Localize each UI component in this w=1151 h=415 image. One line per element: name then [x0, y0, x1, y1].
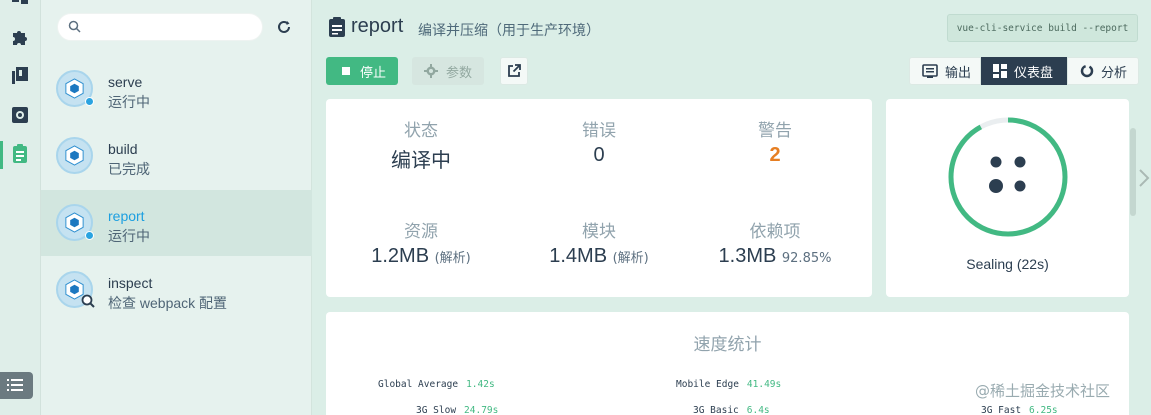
external-link-icon — [508, 64, 521, 77]
stat-status: 状态 编译中 — [331, 116, 511, 173]
view-dashboard-label: 仪表盘 — [1014, 65, 1054, 81]
speed-name: 3G Slow — [416, 405, 457, 415]
stat-value: 1.4MB — [549, 245, 608, 267]
page-description: 编译并压缩（用于生产环境） — [418, 23, 600, 39]
stat-note: (解析) — [434, 251, 471, 266]
chevron-right-icon[interactable] — [1138, 168, 1150, 188]
scrollbar[interactable] — [1130, 128, 1136, 216]
stat-value: 1.3MB — [718, 245, 777, 267]
task-name: build — [108, 141, 138, 157]
speed-name: 3G Fast — [981, 405, 1022, 415]
stat-value: 0 — [593, 144, 605, 166]
open-external-button[interactable] — [500, 57, 528, 85]
stat-dependencies: 依赖项 1.3MB 92.85% — [685, 217, 865, 268]
speed-name: Global Average — [378, 379, 459, 390]
icon-rail — [0, 0, 41, 415]
view-analyze-label: 分析 — [1101, 65, 1128, 81]
donut-chart-icon — [1080, 64, 1094, 78]
task-item-serve[interactable]: serve 运行中 — [41, 56, 312, 122]
stat-warnings[interactable]: 警告 2 — [685, 116, 865, 167]
speed-value: 1.42s — [466, 379, 495, 390]
watermark: @稀土掘金技术社区 — [975, 382, 1111, 400]
speed-title: 速度统计 — [693, 335, 762, 355]
terminal-icon — [922, 64, 938, 78]
progress-ring — [948, 117, 1068, 237]
search-input[interactable] — [88, 18, 256, 38]
speed-row: 3G Slow 24.79s — [416, 405, 498, 415]
stop-button[interactable]: 停止 — [326, 57, 398, 85]
speed-row: 3G Fast 6.25s — [981, 405, 1058, 415]
progress-status: Sealing (22s) — [966, 256, 1049, 272]
stop-label: 停止 — [360, 65, 387, 81]
stat-label: 依赖项 — [749, 222, 801, 242]
task-status: 运行中 — [108, 94, 150, 110]
active-indicator — [0, 141, 3, 169]
stat-assets: 资源 1.2MB (解析) — [331, 217, 511, 268]
settings-icon[interactable] — [10, 105, 30, 125]
task-item-report[interactable]: report 运行中 — [41, 190, 312, 256]
params-label: 参数 — [446, 65, 473, 81]
speed-name: 3G Basic — [693, 405, 739, 415]
stat-errors: 错误 0 — [509, 116, 689, 167]
view-output-label: 输出 — [945, 65, 972, 81]
stop-icon — [342, 67, 350, 75]
params-button[interactable]: 参数 — [412, 57, 484, 85]
stat-value: 2 — [769, 144, 781, 166]
stat-label: 状态 — [404, 121, 438, 141]
clipboard-icon — [329, 17, 345, 37]
speed-value: 6.4s — [746, 405, 770, 415]
speed-row: Global Average 1.42s — [378, 379, 495, 390]
list-icon — [7, 379, 23, 391]
running-indicator — [85, 97, 94, 106]
task-list-panel: serve 运行中 build 已完成 report 运行中 inspect 检… — [41, 0, 312, 415]
task-item-inspect[interactable]: inspect 检查 webpack 配置 — [41, 257, 312, 323]
list-toggle-button[interactable] — [0, 372, 33, 399]
dashboard-icon[interactable] — [10, 0, 30, 12]
stat-label: 警告 — [758, 121, 792, 141]
gear-icon — [424, 64, 438, 78]
stat-label: 模块 — [582, 222, 616, 242]
task-description: 检查 webpack 配置 — [108, 295, 228, 311]
task-status: 已完成 — [108, 161, 150, 177]
dashboard-icon — [993, 64, 1007, 78]
stat-label: 资源 — [404, 222, 438, 242]
progress-card: Sealing (22s) — [886, 99, 1129, 297]
task-item-build[interactable]: build 已完成 — [41, 123, 312, 189]
task-name: inspect — [108, 275, 153, 291]
stat-label: 错误 — [582, 121, 616, 141]
magnifier-icon — [81, 294, 95, 308]
task-search[interactable] — [57, 13, 263, 41]
view-dashboard-button[interactable]: 仪表盘 — [981, 57, 1067, 85]
running-indicator — [85, 231, 94, 240]
refresh-icon[interactable] — [274, 17, 294, 37]
stat-modules: 模块 1.4MB (解析) — [509, 217, 689, 268]
stat-value: 1.2MB — [371, 245, 430, 267]
speed-row: Mobile Edge 41.49s — [676, 379, 781, 390]
progress-ring-fill — [948, 117, 1068, 237]
view-output-button[interactable]: 输出 — [909, 57, 981, 85]
search-icon — [68, 20, 81, 33]
tasks-icon[interactable] — [10, 144, 30, 164]
speed-value: 24.79s — [464, 405, 499, 415]
speed-name: Mobile Edge — [676, 379, 739, 390]
stat-value: 编译中 — [391, 150, 451, 172]
puzzle-icon[interactable] — [10, 27, 30, 47]
webpack-icon — [56, 137, 93, 174]
speed-value: 6.25s — [1029, 405, 1058, 415]
dependencies-icon[interactable] — [10, 66, 30, 86]
task-detail: report 编译并压缩（用于生产环境） vue-cli-service bui… — [312, 0, 1151, 415]
view-analyze-button[interactable]: 分析 — [1067, 57, 1139, 85]
task-name: report — [108, 208, 145, 224]
stat-note: (解析) — [612, 251, 649, 266]
page-title: report — [351, 15, 404, 37]
task-name: serve — [108, 74, 143, 90]
build-stats-card: 状态 编译中 错误 0 警告 2 资源 1.2MB (解析) 模块 1.4MB … — [326, 99, 872, 297]
webpack-dots-icon — [989, 156, 1026, 193]
task-status: 运行中 — [108, 228, 150, 244]
speed-value: 41.49s — [746, 379, 782, 390]
stat-note: 92.85% — [781, 251, 832, 266]
command-display[interactable]: vue-cli-service build --report — [947, 14, 1138, 42]
speed-row: 3G Basic 6.4s — [693, 405, 770, 415]
